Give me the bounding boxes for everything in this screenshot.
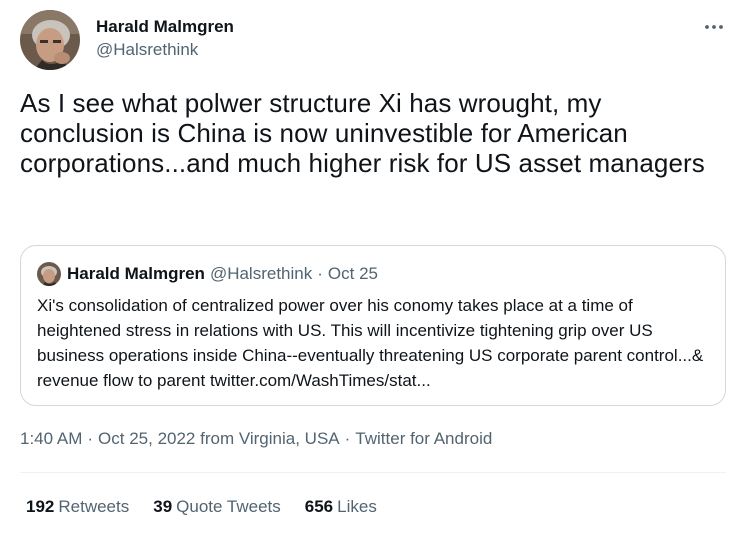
tweet-source[interactable]: Twitter for Android [355,429,492,448]
quoted-tweet-header: Harald Malmgren @Halsrethink · Oct 25 [37,262,378,286]
retweets-stat[interactable]: 192 Retweets [26,497,129,517]
quoted-tweet-text: Xi's consolidation of centralized power … [37,296,704,390]
retweets-label: Retweets [58,497,130,516]
more-horizontal-icon[interactable] [702,20,726,32]
tweet-stats: 192 Retweets 39 Quote Tweets 656 Likes [26,497,401,517]
tweet-time[interactable]: 1:40 AM [20,429,82,448]
likes-label: Likes [337,497,377,516]
quoted-author-name: Harald Malmgren [67,264,205,283]
divider [20,472,726,473]
tweet-metadata: 1:40 AM · Oct 25, 2022 from Virginia, USA ·… [20,429,492,449]
likes-stat[interactable]: 656 Likes [305,497,377,517]
tweet-header: Harald Malmgren @Halsrethink [20,10,730,70]
quoted-author-avatar [37,262,61,286]
quoted-tweet-card[interactable]: Harald Malmgren @Halsrethink · Oct 25 Xi… [20,245,726,406]
quoted-author-handle: @Halsrethink [209,264,313,283]
separator-dot: · [87,429,94,448]
quote-tweets-label: Quote Tweets [176,497,281,516]
separator-dot: · [344,429,351,448]
separator-dot: · [317,264,323,283]
tweet-date-location[interactable]: Oct 25, 2022 from Virginia, USA [98,429,340,448]
quote-tweets-stat[interactable]: 39 Quote Tweets [153,497,281,517]
author-avatar[interactable] [20,10,80,70]
tweet-text: As I see what polwer structure Xi has wr… [20,88,705,178]
author-handle[interactable]: @Halsrethink [96,39,234,61]
quote-tweets-count: 39 [153,497,173,516]
likes-count: 656 [304,497,334,516]
author-display-name[interactable]: Harald Malmgren [96,16,234,38]
quoted-tweet-date: Oct 25 [327,264,378,283]
retweets-count: 192 [26,497,55,516]
